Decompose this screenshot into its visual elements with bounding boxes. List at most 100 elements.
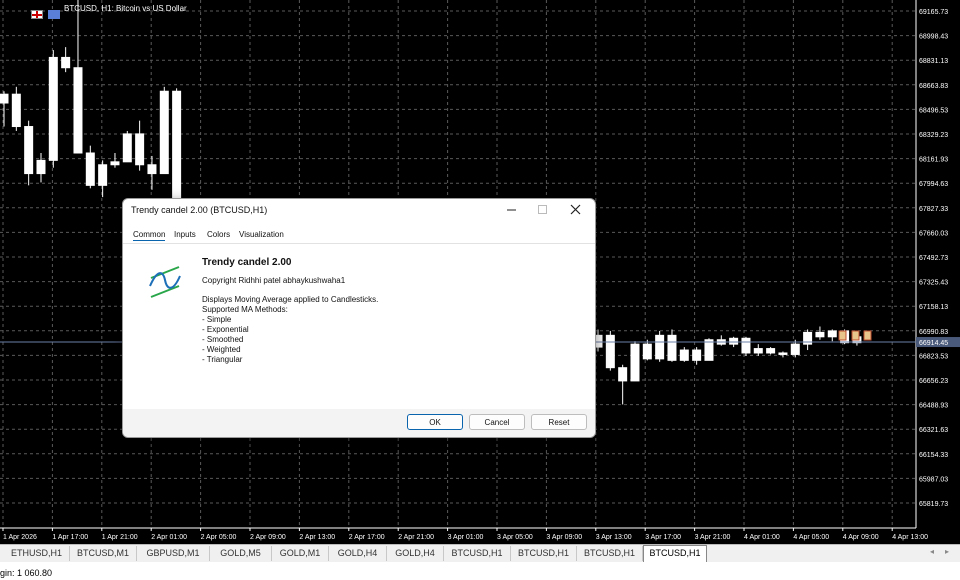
chart-tab[interactable]: BTCUSD,H1 (643, 545, 707, 562)
time-axis-label: 1 Apr 21:00 (102, 534, 138, 541)
candle (741, 336, 751, 356)
time-axis-label: 1 Apr 17:00 (52, 534, 88, 541)
candle-body (605, 334, 615, 369)
chart-tab[interactable]: GOLD,M1 (272, 546, 329, 561)
candle-body (147, 164, 157, 175)
time-axis-label: 3 Apr 01:00 (448, 534, 484, 541)
candle-body (73, 67, 83, 154)
trade-marker-body (838, 330, 847, 341)
candle (766, 347, 776, 355)
tab-colors[interactable]: Colors (207, 230, 230, 239)
candle (172, 88, 182, 212)
price-axis-label: 67660.03 (919, 230, 948, 237)
time-axis-label: 3 Apr 09:00 (546, 534, 582, 541)
tab-scroll-left-icon[interactable]: ◂ (930, 547, 934, 556)
indicator-name: Trendy candel 2.00 (202, 257, 292, 268)
time-axis-label: 2 Apr 13:00 (299, 534, 335, 541)
candle-body (753, 348, 763, 354)
tab-inputs[interactable]: Inputs (174, 230, 196, 239)
time-axis-label: 4 Apr 09:00 (843, 534, 879, 541)
candle-body (655, 334, 665, 360)
candle (618, 364, 628, 405)
candle (0, 91, 9, 127)
chart-tab-bar: ETHUSD,H1 BTCUSD,M1 GBPUSD,M1 GOLD,M5 GOLD,M… (0, 544, 960, 562)
chart-tab[interactable]: BTCUSD,H1 (511, 546, 577, 561)
close-icon[interactable] (561, 199, 591, 221)
time-axis-label: 3 Apr 13:00 (596, 534, 632, 541)
margin-status: gin: 1 060.80 (0, 568, 53, 578)
price-axis-label: 67158.13 (919, 304, 948, 311)
candle (815, 326, 825, 340)
candle-body (778, 352, 788, 355)
trade-marker-icon[interactable] (863, 330, 872, 341)
indicator-description: Displays Moving Average applied to Candl… (202, 295, 378, 365)
chart-tab[interactable]: GOLD,M5 (210, 546, 272, 561)
dialog-footer: OK Cancel Reset (123, 409, 595, 437)
candle (159, 86, 169, 175)
trade-marker-icon[interactable] (838, 330, 847, 341)
chart-tab[interactable]: GOLD,H4 (329, 546, 387, 561)
candle-body (24, 126, 34, 175)
minimize-icon[interactable] (497, 199, 527, 221)
candle-body (61, 56, 71, 69)
candle (803, 329, 813, 351)
trade-marker-body (851, 330, 860, 341)
candle-body (618, 367, 628, 382)
ok-button[interactable]: OK (407, 414, 463, 430)
cancel-button[interactable]: Cancel (469, 414, 525, 430)
time-axis-label: 2 Apr 01:00 (151, 534, 187, 541)
price-axis-label: 67994.63 (919, 181, 948, 188)
tab-visualization[interactable]: Visualization (239, 230, 284, 239)
price-axis-label: 68496.53 (919, 107, 948, 114)
current-price-label: 66914.45 (919, 340, 948, 347)
chart-tab[interactable]: BTCUSD,M1 (70, 546, 137, 561)
price-axis-label: 67827.33 (919, 206, 948, 213)
description-line: - Triangular (202, 355, 243, 364)
price-axis-label: 67492.73 (919, 255, 948, 262)
candle-body (692, 349, 702, 361)
description-line: Supported MA Methods: (202, 305, 288, 314)
candle (630, 341, 640, 382)
candle (753, 344, 763, 356)
candle-body (729, 337, 739, 345)
candle (778, 351, 788, 358)
candle-body (679, 349, 689, 361)
tab-common[interactable]: Common (133, 230, 166, 241)
time-axis-label: 1 Apr 2026 (3, 534, 37, 541)
time-axis-label: 4 Apr 05:00 (793, 534, 829, 541)
dialog-titlebar[interactable]: Trendy candel 2.00 (BTCUSD,H1) (123, 199, 595, 221)
description-line: Displays Moving Average applied to Candl… (202, 295, 379, 304)
candle-body (85, 152, 95, 186)
description-line: - Exponential (202, 325, 249, 334)
candle (605, 330, 615, 371)
candle-body (135, 133, 145, 166)
candle-body (667, 334, 677, 361)
tab-scroll-right-icon[interactable]: ▸ (945, 547, 949, 556)
candle (716, 335, 726, 346)
candle (73, 0, 83, 154)
candle (642, 339, 652, 361)
chart-tab[interactable]: GOLD,H4 (387, 546, 444, 561)
chart-tab[interactable]: ETHUSD,H1 (4, 546, 70, 561)
candle-body (790, 343, 800, 355)
reset-button[interactable]: Reset (531, 414, 587, 430)
price-axis-label: 68998.43 (919, 34, 948, 41)
chart-tab[interactable]: BTCUSD,H1 (577, 546, 643, 561)
candle-body (36, 159, 46, 175)
candle (655, 330, 665, 362)
candle-body (741, 337, 751, 354)
candle-body (11, 93, 21, 128)
chart-tab[interactable]: GBPUSD,M1 (137, 546, 210, 561)
chart-tab[interactable]: BTCUSD,H1 (444, 546, 511, 561)
description-line: - Simple (202, 315, 232, 324)
candle-body (122, 133, 132, 163)
candle (827, 329, 837, 342)
indicator-properties-dialog: Trendy candel 2.00 (BTCUSD,H1) Common In… (122, 198, 596, 438)
maximize-icon[interactable] (528, 199, 558, 221)
price-axis-label: 66823.53 (919, 353, 948, 360)
trade-marker-icon[interactable] (851, 330, 860, 341)
candle-body (172, 90, 182, 210)
candle (48, 50, 58, 168)
indicator-logo-icon (147, 264, 183, 305)
price-axis-label: 65987.03 (919, 476, 948, 483)
